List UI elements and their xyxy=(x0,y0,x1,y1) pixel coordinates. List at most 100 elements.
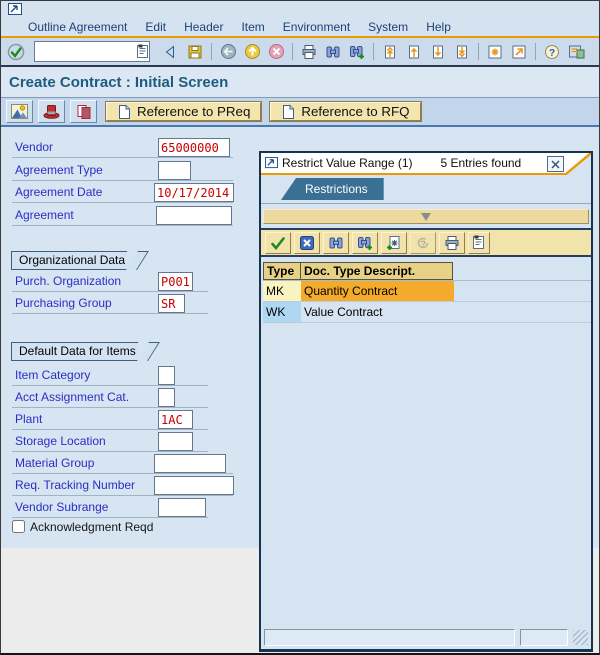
sap-transaction-icon xyxy=(8,3,22,16)
purch-group-input[interactable] xyxy=(158,294,185,313)
hat-button[interactable] xyxy=(38,100,65,123)
cancel-button[interactable] xyxy=(294,231,320,254)
customize-button[interactable] xyxy=(565,41,587,63)
agreement-row: Agreement xyxy=(1,205,257,226)
find-next-button[interactable] xyxy=(352,231,378,254)
acknowledgment-checkbox[interactable] xyxy=(12,520,25,533)
storage-location-input[interactable] xyxy=(158,432,193,451)
storage-location-row: Storage Location xyxy=(1,431,257,452)
vendor-input[interactable] xyxy=(158,138,230,157)
table-row-wk[interactable]: WK Value Contract xyxy=(263,302,591,323)
find-next-button[interactable] xyxy=(346,41,368,63)
window-top-strip xyxy=(1,1,599,18)
dialog-tab-strip: Restrictions xyxy=(261,175,591,204)
agreement-date-input[interactable] xyxy=(154,183,234,202)
shortcut-button[interactable] xyxy=(508,41,530,63)
print-button[interactable] xyxy=(298,41,320,63)
column-header-description[interactable]: Doc. Type Descript. xyxy=(300,262,453,280)
menu-bar: Outline Agreement Edit Header Item Envir… xyxy=(1,18,599,36)
dialog-empty-area xyxy=(261,323,591,627)
find-button[interactable] xyxy=(322,41,344,63)
default-data-tab: Default Data for Items xyxy=(11,342,138,361)
material-group-label: Material Group xyxy=(15,456,95,470)
agreement-type-label: Agreement Type xyxy=(15,163,103,177)
dialog-toolbar: ? xyxy=(261,228,591,257)
reference-to-rfq-label: Reference to RFQ xyxy=(301,104,410,119)
enter-button[interactable] xyxy=(5,41,27,63)
back-triangle-button[interactable] xyxy=(160,41,182,63)
vendor-subrange-input[interactable] xyxy=(158,498,206,517)
help-button[interactable]: ? xyxy=(541,41,563,63)
titlebar-corner xyxy=(566,153,591,175)
application-toolbar: Reference to PReq Reference to RFQ xyxy=(1,98,599,127)
expand-strip[interactable] xyxy=(263,209,589,224)
status-field xyxy=(264,628,515,646)
plant-input[interactable] xyxy=(158,410,193,429)
menu-edit[interactable]: Edit xyxy=(136,20,175,34)
command-list-icon[interactable] xyxy=(137,44,149,59)
item-category-label: Item Category xyxy=(15,368,91,382)
cell-description[interactable]: Quantity Contract xyxy=(301,281,454,301)
item-category-input[interactable] xyxy=(158,366,175,385)
exit-circle-button[interactable] xyxy=(241,41,263,63)
cell-type[interactable]: MK xyxy=(263,281,301,301)
req-tracking-row: Req. Tracking Number xyxy=(1,475,257,496)
new-session-button[interactable] xyxy=(484,41,506,63)
command-input[interactable] xyxy=(35,44,137,59)
reference-to-preq-button[interactable]: Reference to PReq xyxy=(104,101,263,122)
close-button[interactable] xyxy=(547,156,564,172)
menu-item[interactable]: Item xyxy=(232,20,273,34)
copy-button[interactable] xyxy=(70,100,97,123)
dialog-title-bar[interactable]: Restrict Value Range (1) 5 Entries found xyxy=(261,153,591,175)
toolbar-separator xyxy=(535,43,536,60)
find-button[interactable] xyxy=(323,231,349,254)
agreement-type-row: Agreement Type xyxy=(1,160,257,181)
title-strip: Create Contract : Initial Screen xyxy=(1,67,599,98)
plant-row: Plant xyxy=(1,409,257,430)
restrict-value-range-dialog: Restrict Value Range (1) 5 Entries found… xyxy=(259,151,593,652)
first-page-button[interactable] xyxy=(379,41,401,63)
vendor-row: Vendor xyxy=(1,137,257,158)
reference-to-preq-label: Reference to PReq xyxy=(137,104,251,119)
agreement-input[interactable] xyxy=(156,206,232,225)
acct-assignment-label: Acct Assignment Cat. xyxy=(15,390,130,404)
back-circle-button[interactable] xyxy=(217,41,239,63)
material-group-input[interactable] xyxy=(154,454,226,473)
tab-restrictions[interactable]: Restrictions xyxy=(281,178,384,200)
new-selection-button[interactable] xyxy=(381,231,407,254)
command-field-wrap xyxy=(34,41,150,62)
list-dropdown-button[interactable] xyxy=(468,231,490,254)
resize-grip[interactable] xyxy=(573,629,588,645)
acknowledgment-row: Acknowledgment Reqd xyxy=(1,519,257,537)
cell-description[interactable]: Value Contract xyxy=(301,302,454,322)
save-button[interactable] xyxy=(184,41,206,63)
document-icon xyxy=(117,104,131,120)
continue-button[interactable] xyxy=(265,231,291,254)
reference-to-rfq-button[interactable]: Reference to RFQ xyxy=(269,101,422,122)
cancel-circle-button[interactable] xyxy=(265,41,287,63)
prev-page-button[interactable] xyxy=(403,41,425,63)
column-header-type[interactable]: Type xyxy=(263,262,301,280)
menu-outline-agreement[interactable]: Outline Agreement xyxy=(19,20,136,34)
dialog-title: Restrict Value Range (1) xyxy=(282,156,413,170)
copy-icon xyxy=(76,104,92,120)
dialog-icon xyxy=(265,157,278,169)
purch-group-label: Purchasing Group xyxy=(15,296,112,310)
agreement-label: Agreement xyxy=(15,208,74,222)
menu-help[interactable]: Help xyxy=(417,20,460,34)
cell-type[interactable]: WK xyxy=(263,302,301,322)
overview-button[interactable] xyxy=(6,100,33,123)
next-page-button[interactable] xyxy=(427,41,449,63)
menu-header[interactable]: Header xyxy=(175,20,232,34)
menu-system[interactable]: System xyxy=(359,20,417,34)
print-button[interactable] xyxy=(439,231,465,254)
page-title: Create Contract : Initial Screen xyxy=(9,73,229,91)
last-page-button[interactable] xyxy=(451,41,473,63)
table-row-mk[interactable]: MK Quantity Contract xyxy=(263,281,591,302)
purch-org-input[interactable] xyxy=(158,272,193,291)
menu-environment[interactable]: Environment xyxy=(274,20,359,34)
acct-assignment-input[interactable] xyxy=(158,388,175,407)
agreement-type-input[interactable] xyxy=(158,161,191,180)
req-tracking-input[interactable] xyxy=(154,476,234,495)
acknowledgment-label: Acknowledgment Reqd xyxy=(30,520,154,534)
